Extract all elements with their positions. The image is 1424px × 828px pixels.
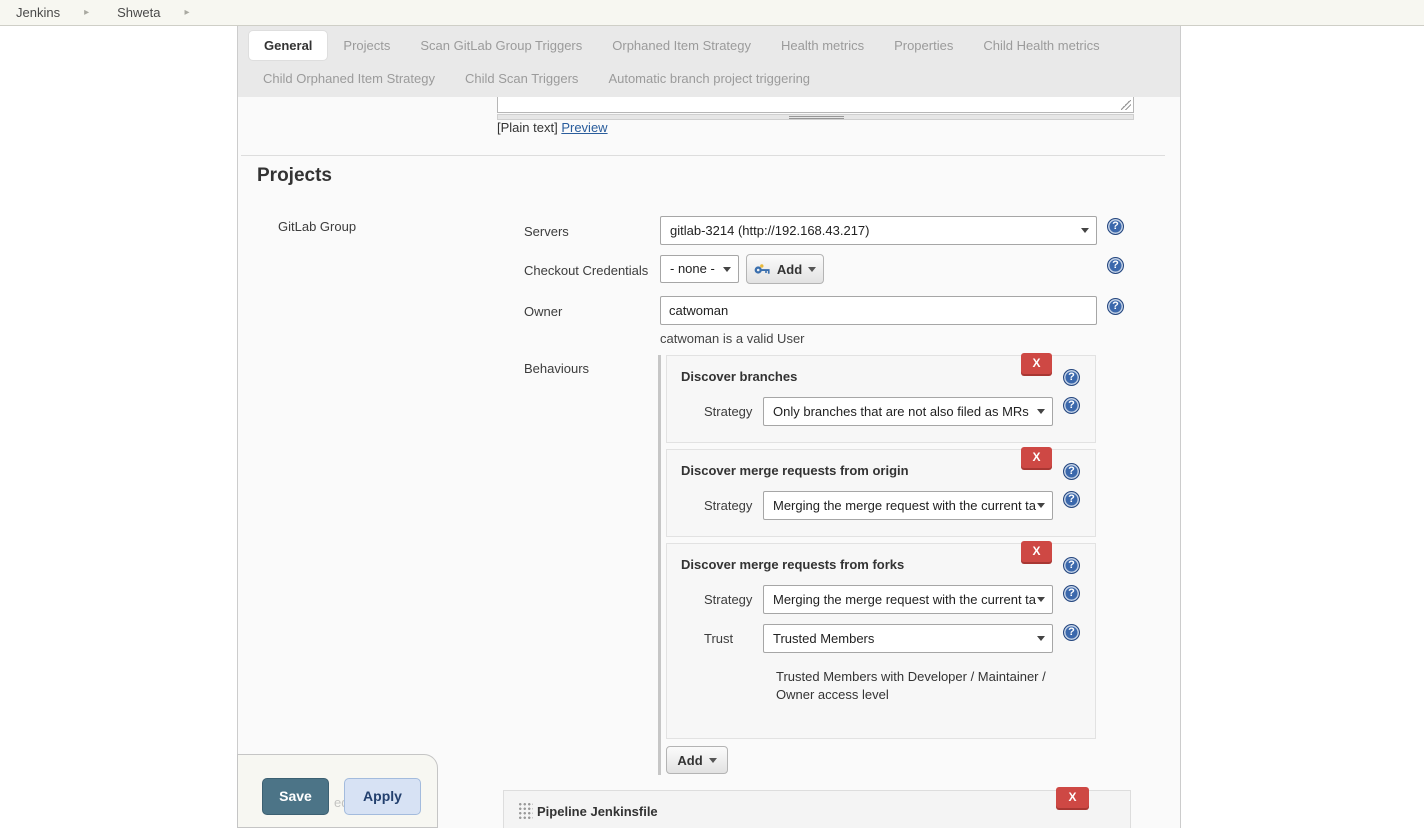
trust-select[interactable]: Trusted Members	[763, 624, 1053, 653]
pipeline-jenkinsfile-section: Pipeline Jenkinsfile X	[503, 790, 1131, 828]
behaviour-help-icon[interactable]: ?	[1063, 557, 1080, 574]
drag-handle-icon[interactable]	[518, 802, 533, 821]
strategy-label: Strategy	[704, 404, 752, 419]
behaviour-help-icon[interactable]: ?	[1063, 463, 1080, 480]
preview-link[interactable]: Preview	[561, 120, 607, 135]
strategy-help-icon[interactable]: ?	[1063, 397, 1080, 414]
chevron-down-icon	[1037, 636, 1045, 641]
chevron-down-icon	[1037, 597, 1045, 602]
strategy-help-icon[interactable]: ?	[1063, 491, 1080, 508]
servers-select[interactable]: gitlab-3214 (http://192.168.43.217)	[660, 216, 1097, 245]
behaviours-label: Behaviours	[524, 361, 589, 376]
section-divider	[241, 155, 1165, 156]
chevron-down-icon	[1081, 228, 1089, 233]
drag-grip-icon	[789, 116, 844, 119]
servers-select-value: gitlab-3214 (http://192.168.43.217)	[670, 223, 869, 238]
key-icon	[754, 264, 771, 275]
trust-description: Trusted Members with Developer / Maintai…	[776, 668, 1056, 704]
chevron-right-icon: ▸	[66, 7, 111, 18]
trust-select-value: Trusted Members	[773, 631, 874, 646]
behaviour-help-icon[interactable]: ?	[1063, 369, 1080, 386]
save-apply-panel: ed Save Apply	[237, 754, 438, 828]
checkout-credentials-value: - none -	[670, 261, 715, 276]
strategy-select[interactable]: Only branches that are not also filed as…	[763, 397, 1053, 426]
tab-child-scan-triggers[interactable]: Child Scan Triggers	[450, 63, 593, 94]
tab-automatic-branch-project-triggering[interactable]: Automatic branch project triggering	[593, 63, 825, 94]
servers-help-icon[interactable]: ?	[1107, 218, 1124, 235]
owner-validation-message: catwoman is a valid User	[660, 331, 805, 346]
add-behaviour-label: Add	[677, 753, 702, 768]
tab-scan-gitlab-group-triggers[interactable]: Scan GitLab Group Triggers	[405, 30, 597, 61]
behaviour-title: Discover merge requests from origin	[681, 463, 909, 478]
trust-help-icon[interactable]: ?	[1063, 624, 1080, 641]
plain-text-row: [Plain text] Preview	[497, 120, 608, 135]
tab-row-2: Child Orphaned Item Strategy Child Scan …	[238, 61, 1180, 96]
breadcrumb-item-jenkins[interactable]: Jenkins	[10, 5, 66, 20]
save-button[interactable]: Save	[262, 778, 329, 815]
owner-help-icon[interactable]: ?	[1107, 298, 1124, 315]
plain-text-label: [Plain text]	[497, 120, 558, 135]
add-credentials-label: Add	[777, 262, 802, 277]
tab-orphaned-item-strategy[interactable]: Orphaned Item Strategy	[597, 30, 766, 61]
delete-behaviour-button[interactable]: X	[1021, 353, 1052, 374]
strategy-select[interactable]: Merging the merge request with the curre…	[763, 585, 1053, 614]
description-textarea[interactable]	[497, 97, 1134, 113]
add-behaviour-button[interactable]: Add	[666, 746, 728, 774]
tab-general[interactable]: General	[248, 30, 328, 61]
projects-section-title: Projects	[257, 165, 332, 187]
strategy-select-value: Merging the merge request with the curre…	[773, 592, 1036, 607]
tab-health-metrics[interactable]: Health metrics	[766, 30, 879, 61]
strategy-help-icon[interactable]: ?	[1063, 585, 1080, 602]
behaviour-block-discover-mrs-forks: Discover merge requests from forks X Str…	[666, 543, 1096, 739]
strategy-select-value: Merging the merge request with the curre…	[773, 498, 1036, 513]
behaviour-title: Discover merge requests from forks	[681, 557, 904, 572]
gitlab-group-label: GitLab Group	[278, 219, 356, 234]
resize-grip-icon[interactable]	[1121, 100, 1131, 110]
delete-behaviour-button[interactable]: X	[1021, 541, 1052, 562]
checkout-credentials-help-icon[interactable]: ?	[1107, 257, 1124, 274]
chevron-down-icon	[723, 267, 731, 272]
strategy-label: Strategy	[704, 592, 752, 607]
delete-behaviour-button[interactable]: X	[1021, 447, 1052, 468]
checkout-credentials-label: Checkout Credentials	[524, 263, 648, 278]
chevron-down-icon	[1037, 409, 1045, 414]
apply-button[interactable]: Apply	[344, 778, 421, 815]
chevron-down-icon	[709, 758, 717, 763]
tab-child-health-metrics[interactable]: Child Health metrics	[968, 30, 1114, 61]
behaviour-block-discover-branches: Discover branches X Strategy Only branch…	[666, 355, 1096, 443]
chevron-down-icon	[808, 267, 816, 272]
tab-row-1: General Projects Scan GitLab Group Trigg…	[238, 26, 1180, 61]
behaviour-block-discover-mrs-origin: Discover merge requests from origin X St…	[666, 449, 1096, 537]
tab-properties[interactable]: Properties	[879, 30, 968, 61]
owner-label: Owner	[524, 304, 562, 319]
behaviours-drag-strip	[658, 355, 661, 775]
checkout-credentials-select[interactable]: - none -	[660, 255, 739, 283]
jenkins-configure-page: Jenkins ▸ Shweta ▸ General Projects Scan…	[0, 0, 1424, 828]
owner-input[interactable]	[660, 296, 1097, 325]
breadcrumb-item-shweta[interactable]: Shweta	[111, 5, 166, 20]
chevron-down-icon	[1037, 503, 1045, 508]
pipeline-section-title: Pipeline Jenkinsfile	[537, 804, 658, 819]
tab-projects[interactable]: Projects	[328, 30, 405, 61]
delete-pipeline-button[interactable]: X	[1056, 787, 1089, 808]
add-credentials-button[interactable]: Add	[746, 254, 824, 284]
servers-label: Servers	[524, 224, 569, 239]
tab-child-orphaned-item-strategy[interactable]: Child Orphaned Item Strategy	[248, 63, 450, 94]
breadcrumb: Jenkins ▸ Shweta ▸	[0, 0, 1424, 26]
strategy-select[interactable]: Merging the merge request with the curre…	[763, 491, 1053, 520]
behaviour-title: Discover branches	[681, 369, 797, 384]
trust-label: Trust	[704, 631, 733, 646]
chevron-right-icon: ▸	[166, 7, 211, 18]
strategy-select-value: Only branches that are not also filed as…	[773, 404, 1029, 419]
strategy-label: Strategy	[704, 498, 752, 513]
config-tab-bar: General Projects Scan GitLab Group Trigg…	[238, 26, 1180, 97]
